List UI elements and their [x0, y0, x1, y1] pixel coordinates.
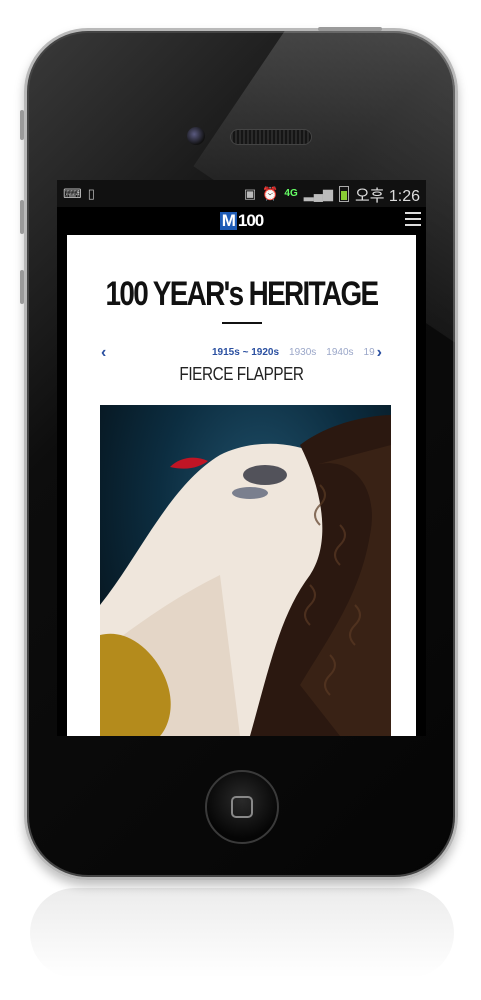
gallery-icon: ▣ — [243, 185, 257, 201]
usb-icon: ▯ — [87, 185, 95, 201]
era-tab-1915s-1920s[interactable]: 1915s ~ 1920s — [212, 347, 279, 358]
era-subtitle: FIERCE FLAPPER — [179, 364, 304, 384]
earpiece-speaker — [230, 129, 312, 145]
mute-switch — [20, 110, 24, 140]
phone-reflection — [30, 888, 454, 978]
battery-icon — [338, 185, 349, 202]
network-type: 4G — [284, 187, 298, 199]
page-title: 100 YEAR's HERITAGE — [105, 275, 380, 313]
keyboard-icon: ⌨ — [63, 185, 82, 201]
title-divider — [221, 322, 262, 324]
alarm-icon: ⏰ — [262, 185, 279, 201]
front-camera — [187, 127, 205, 145]
app-header: M 100 — [57, 207, 426, 235]
signal-icon: ▂▄▆ — [303, 185, 333, 201]
status-bar: ⌨ ▯ ▣ ⏰ 4G ▂▄▆ 오후 1:26 — [57, 180, 426, 207]
brand-logo[interactable]: M 100 — [219, 211, 264, 231]
home-button-icon — [231, 796, 253, 818]
era-tab-1930s[interactable]: 1930s — [289, 347, 316, 358]
era-navigator: ‹ 1915s ~ 1920s 1930s 1940s 19 › — [67, 344, 416, 366]
volume-up-button — [20, 200, 24, 234]
editorial-photo[interactable] — [100, 405, 391, 736]
logo-text: 100 — [237, 211, 264, 230]
portrait-illustration — [100, 415, 391, 736]
phone-screen: ⌨ ▯ ▣ ⏰ 4G ▂▄▆ 오후 1:26 M 100 100 YEAR's … — [57, 180, 426, 736]
status-time: 오후 1:26 — [354, 187, 420, 205]
hamburger-icon[interactable] — [405, 212, 421, 226]
era-tabs: 1915s ~ 1920s 1930s 1940s 19 — [212, 347, 384, 358]
era-tab-next[interactable]: 19 — [364, 347, 375, 358]
volume-down-button — [20, 270, 24, 304]
era-tab-1940s[interactable]: 1940s — [326, 347, 353, 358]
home-button[interactable] — [205, 770, 279, 844]
chevron-left-icon[interactable]: ‹ — [101, 344, 106, 362]
logo-mark: M — [219, 211, 237, 230]
power-button — [318, 27, 382, 31]
chevron-right-icon[interactable]: › — [377, 344, 382, 362]
page-content: 100 YEAR's HERITAGE ‹ 1915s ~ 1920s 1930… — [67, 235, 416, 736]
